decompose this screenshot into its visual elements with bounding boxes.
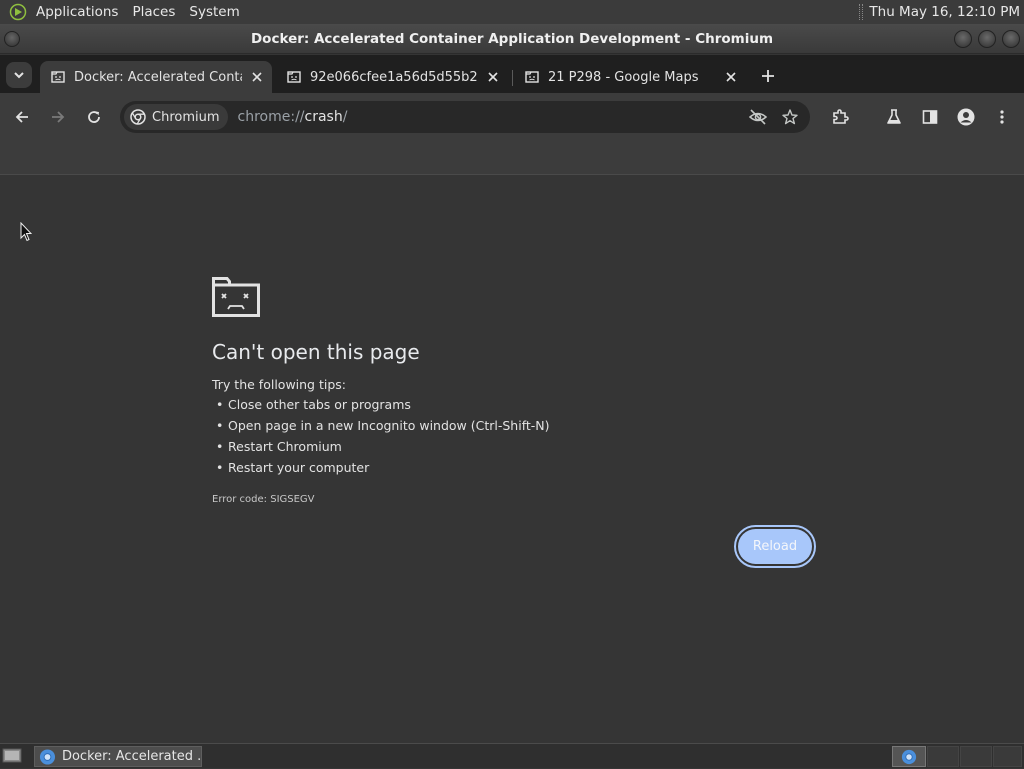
puzzle-icon <box>833 109 849 124</box>
tab-close-icon[interactable] <box>484 68 502 86</box>
window-title: Docker: Accelerated Container Applicatio… <box>250 30 774 47</box>
places-menu[interactable]: Places <box>125 0 182 24</box>
maximize-button[interactable] <box>978 30 996 48</box>
tab-strip: Docker: Accelerated Containe 92e066cfee1… <box>0 55 1024 93</box>
reload-toolbar-button[interactable] <box>80 103 108 131</box>
bookmark-bar <box>0 141 1024 175</box>
chromium-logo-icon <box>39 748 56 765</box>
menu-button[interactable] <box>988 103 1016 131</box>
browser-toolbar: Chromium chrome://crash/ <box>0 93 1024 141</box>
side-panel-icon <box>922 110 938 124</box>
tab-google-maps[interactable]: 21 P298 - Google Maps <box>514 61 746 93</box>
more-vert-icon <box>1000 110 1004 124</box>
mouse-cursor-icon <box>20 221 33 246</box>
tab-label: 21 P298 - Google Maps <box>548 69 699 85</box>
tips-list: • Close other tabs or programs • Open page… <box>216 394 550 478</box>
reload-button-label: Reload <box>738 529 812 564</box>
sad-folder-icon <box>212 277 260 321</box>
site-info-label: Chromium <box>152 109 220 125</box>
workspace-2[interactable] <box>927 746 959 767</box>
workspace-4[interactable] <box>993 746 1022 767</box>
tab-docker[interactable]: Docker: Accelerated Containe <box>40 61 272 93</box>
sad-file-icon <box>525 71 539 83</box>
error-page: Can't open this page Try the following t… <box>0 176 1024 743</box>
back-button[interactable] <box>8 103 36 131</box>
chromium-logo-icon <box>901 749 917 764</box>
plus-icon <box>762 70 774 82</box>
tab-close-icon[interactable] <box>722 68 740 86</box>
eye-off-icon[interactable] <box>746 105 770 129</box>
top-panel: Applications Places System Thu May 16, 1… <box>0 0 1024 24</box>
workspace-3[interactable] <box>960 746 992 767</box>
chromium-logo-icon <box>130 109 146 125</box>
taskbar: Docker: Accelerated ... <box>0 743 1024 768</box>
tab-close-icon[interactable] <box>248 68 266 86</box>
tip-text: Restart Chromium <box>228 439 342 454</box>
url-host: crash <box>304 109 343 125</box>
account-icon <box>957 108 975 126</box>
labs-button[interactable] <box>880 103 908 131</box>
list-item: • Restart your computer <box>216 457 550 478</box>
arrow-left-icon <box>15 111 28 123</box>
sad-file-icon <box>287 71 301 83</box>
sad-file-icon <box>51 71 65 83</box>
tip-text: Restart your computer <box>228 460 370 475</box>
system-menu[interactable]: System <box>182 0 246 24</box>
url-scheme: chrome:// <box>237 109 305 125</box>
chevron-down-icon <box>14 72 24 79</box>
minimize-button[interactable] <box>954 30 972 48</box>
list-item: • Restart Chromium <box>216 436 550 457</box>
profile-button[interactable] <box>952 103 980 131</box>
extensions-button[interactable] <box>826 103 854 131</box>
applications-menu[interactable]: Applications <box>29 0 125 24</box>
tab-search-button[interactable] <box>6 62 32 88</box>
taskbar-window-button[interactable]: Docker: Accelerated ... <box>34 746 202 767</box>
tab-separator <box>512 70 513 86</box>
tab-jpg[interactable]: 92e066cfee1a56d5d55b2.jpg <box>276 61 508 93</box>
tip-text: Open page in a new Incognito window (Ctr… <box>228 418 550 433</box>
close-window-button[interactable] <box>1002 30 1020 48</box>
tips-heading: Try the following tips: <box>212 377 346 392</box>
star-icon[interactable] <box>778 105 802 129</box>
tip-text: Close other tabs or programs <box>228 397 411 412</box>
error-code: Error code: SIGSEGV <box>212 494 315 505</box>
reload-button[interactable]: Reload <box>734 525 816 568</box>
url-path: / <box>342 109 348 125</box>
taskbar-window-label: Docker: Accelerated ... <box>61 749 201 764</box>
side-panel-button[interactable] <box>916 103 944 131</box>
workspace-1[interactable] <box>892 746 926 767</box>
site-info-chip[interactable]: Chromium <box>124 104 228 130</box>
url-text[interactable]: chrome://crash/ <box>238 109 348 125</box>
list-item: • Open page in a new Incognito window (Ct… <box>216 415 550 436</box>
tab-label: Docker: Accelerated Containe <box>74 69 242 85</box>
window-titlebar[interactable]: Docker: Accelerated Container Applicatio… <box>0 24 1024 54</box>
window-menu-button[interactable] <box>4 31 20 47</box>
forward-button[interactable] <box>44 103 72 131</box>
arrow-right-icon <box>52 111 65 123</box>
clock[interactable]: Thu May 16, 12:10 PM <box>869 4 1020 20</box>
tab-label: 92e066cfee1a56d5d55b2.jpg <box>310 69 478 85</box>
flask-icon <box>887 109 901 124</box>
show-desktop-icon[interactable] <box>2 747 22 765</box>
error-title: Can't open this page <box>212 340 420 364</box>
distro-logo-icon[interactable] <box>7 1 29 23</box>
new-tab-button[interactable] <box>756 64 780 88</box>
address-bar[interactable]: Chromium chrome://crash/ <box>120 101 810 133</box>
list-item: • Close other tabs or programs <box>216 394 550 415</box>
refresh-icon <box>88 111 100 123</box>
panel-grip <box>859 4 864 20</box>
